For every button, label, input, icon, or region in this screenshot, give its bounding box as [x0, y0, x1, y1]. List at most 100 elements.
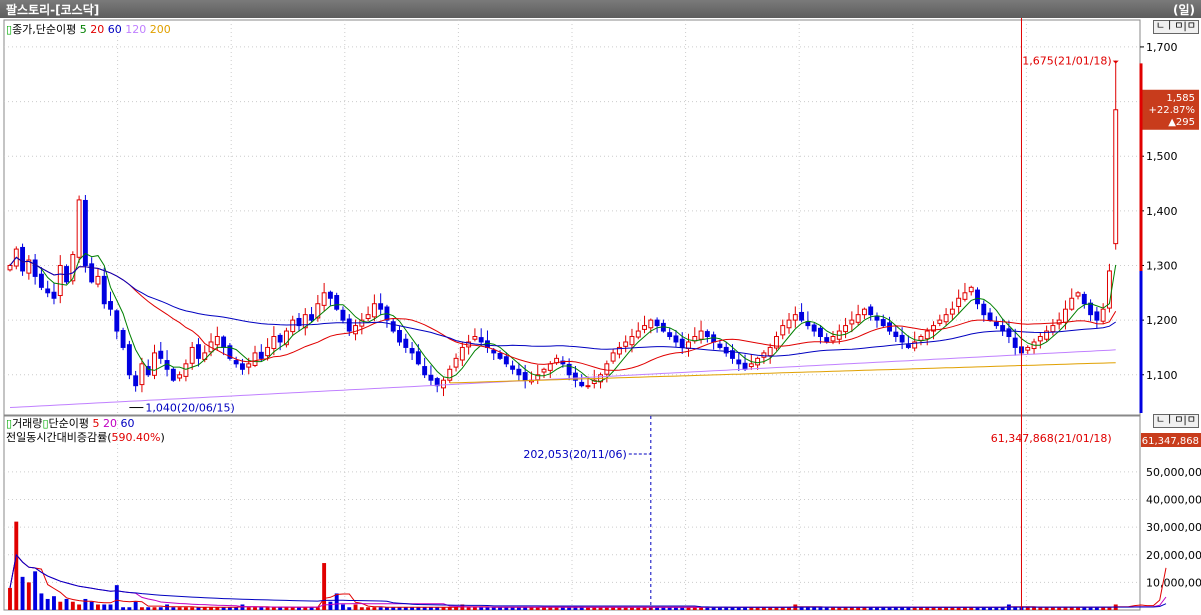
candle: [1006, 328, 1012, 338]
price-tick-label: 1,500: [1146, 150, 1178, 163]
volume-bar: [121, 607, 126, 610]
candle: [824, 337, 830, 343]
candle: [949, 308, 955, 315]
candle: [1069, 297, 1075, 310]
candle: [579, 381, 585, 387]
candle: [1037, 336, 1043, 342]
candle: [371, 303, 377, 318]
volume-bar: [328, 601, 333, 610]
candle: [472, 336, 478, 340]
volume-bar: [70, 601, 75, 610]
candle: [704, 331, 710, 338]
price-tick-label: 1,700: [1146, 41, 1178, 54]
candle: [962, 292, 968, 300]
volume-bar: [20, 576, 25, 610]
candle: [843, 325, 849, 333]
price-tick-label: 1,300: [1146, 259, 1178, 272]
volume-bar: [171, 607, 176, 610]
candle: [541, 368, 547, 373]
candle: [189, 346, 195, 364]
candle: [755, 357, 761, 366]
candle: [547, 363, 553, 371]
candle: [158, 350, 164, 359]
candle: [428, 374, 434, 381]
change-amount: ▲295: [1168, 117, 1195, 128]
candle: [152, 352, 157, 376]
candle: [981, 303, 987, 316]
max-volume-annotation: 61,347,868(21/01/18): [991, 432, 1112, 445]
price-tick-label: 1,200: [1146, 314, 1178, 327]
candle: [918, 336, 924, 341]
volume-bar: [158, 607, 163, 610]
candle: [780, 325, 786, 336]
price-legend-label: 종가,단순이평: [12, 23, 77, 36]
candle: [183, 363, 189, 377]
candle: [70, 254, 76, 282]
ma120-legend: 120: [125, 23, 147, 36]
volume-tick-label: 30,000,000: [1146, 521, 1201, 534]
candle: [459, 346, 465, 361]
candle: [95, 275, 101, 285]
volume-bar: [190, 607, 195, 610]
candle: [340, 309, 346, 321]
candle: [610, 352, 616, 362]
candle: [378, 303, 384, 310]
candle: [114, 310, 120, 332]
candle: [221, 336, 227, 348]
candle: [177, 374, 183, 379]
candle: [57, 264, 63, 297]
candle: [968, 286, 974, 293]
volume-bar: [378, 607, 383, 610]
candle: [1094, 311, 1100, 321]
candle: [723, 346, 729, 354]
candle: [38, 273, 44, 288]
volume-bar: [108, 604, 113, 610]
candle: [642, 325, 647, 330]
title-bar: 팔스토리-[코스닥] (일): [0, 0, 1201, 18]
volume-ma60-line: [9, 553, 1167, 608]
ma60-line: [9, 256, 1116, 357]
candle: [258, 351, 264, 359]
candle: [441, 379, 446, 389]
candle: [987, 312, 993, 321]
candle: [868, 306, 874, 316]
volume-tick-label: 40,000,000: [1146, 494, 1201, 507]
candle: [1025, 346, 1031, 351]
ma60-legend: 60: [107, 23, 122, 36]
candle: [434, 378, 440, 387]
volume-bar: [14, 521, 19, 610]
volume-ma20-line: [9, 553, 1167, 608]
price-tick-label: 1,400: [1146, 205, 1178, 218]
ma5-legend: 5: [79, 23, 87, 36]
volume-panel-buttons[interactable]: ㄴㅣㅁ|ㅁ: [1152, 414, 1199, 428]
candle: [45, 288, 51, 294]
candle: [1081, 293, 1087, 305]
candle: [403, 338, 409, 348]
volume-sublabel: 전일동시간대비증감률(590.40%): [6, 431, 165, 444]
volume-bar: [39, 593, 44, 610]
price-legend: ▯종가,단순이평 5 20 60 120 200: [6, 21, 171, 37]
candle: [1056, 319, 1062, 325]
candle: [497, 352, 503, 359]
candle: [82, 199, 88, 266]
candle: [805, 321, 811, 327]
candle: [786, 319, 792, 329]
candle: [937, 319, 943, 324]
volume-bar: [102, 604, 107, 610]
stock-chart[interactable]: 1,7001,6001,5001,4001,3001,2001,10050,00…: [0, 18, 1201, 615]
volume-bar: [799, 607, 804, 610]
volume-bar: [89, 601, 94, 610]
high-arrow-icon: [1112, 60, 1119, 64]
current-price: 1,585: [1166, 93, 1195, 104]
volume-bar: [812, 607, 817, 610]
candle: [365, 314, 371, 319]
candle: [89, 263, 95, 283]
candle: [905, 344, 911, 348]
volume-ma5-line: [9, 553, 1167, 608]
candle: [478, 337, 484, 343]
ma200-legend: 200: [149, 23, 171, 36]
volume-tick-label: 10,000,000: [1146, 576, 1201, 589]
candle: [327, 291, 333, 299]
candle: [711, 334, 717, 343]
price-panel-buttons[interactable]: ㄴㅣㅁ|ㅁ: [1152, 20, 1199, 34]
